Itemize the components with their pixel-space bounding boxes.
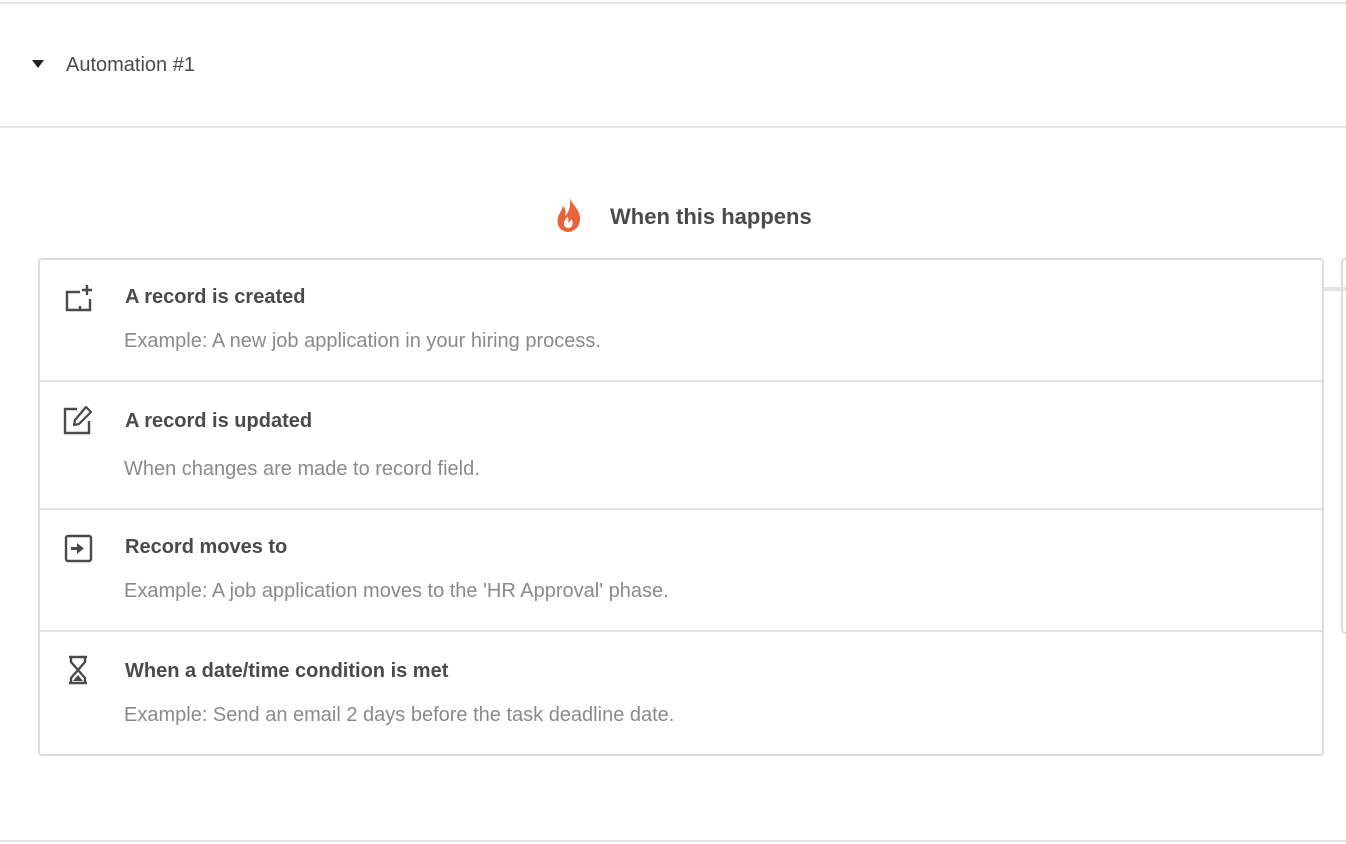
caret-down-icon[interactable]: [26, 52, 50, 76]
trigger-description: Example: Send an email 2 days before the…: [124, 704, 675, 726]
trigger-option-record-created[interactable]: A record is created Example: A new job a…: [40, 260, 1322, 382]
edit-icon: [62, 404, 94, 436]
automation-title[interactable]: Automation #1: [66, 53, 195, 77]
trigger-title: When a date/time condition is met: [125, 660, 449, 682]
trigger-section-heading: When this happens: [0, 195, 1346, 239]
next-step-panel-edge: [1341, 258, 1346, 634]
trigger-description: Example: A new job application in your h…: [124, 330, 601, 352]
bottom-divider: [0, 840, 1346, 842]
trigger-description: Example: A job application moves to the …: [124, 580, 669, 602]
trigger-description: When changes are made to record field.: [124, 458, 480, 480]
trigger-title: Record moves to: [125, 536, 288, 558]
trigger-title: A record is created: [125, 286, 306, 308]
trigger-title: A record is updated: [125, 410, 313, 432]
automation-page: Automation #1 When this happens A record…: [0, 0, 1346, 844]
hourglass-icon: [62, 654, 94, 686]
section-title: When this happens: [610, 204, 812, 229]
fire-icon: [553, 195, 585, 235]
trigger-option-record-updated[interactable]: A record is updated When changes are mad…: [40, 382, 1322, 510]
record-created-icon: [62, 282, 94, 314]
trigger-option-record-moves[interactable]: Record moves to Example: A job applicati…: [40, 510, 1322, 632]
automation-header[interactable]: Automation #1: [0, 4, 1346, 128]
trigger-option-date-condition[interactable]: When a date/time condition is met Exampl…: [40, 632, 1322, 754]
move-to-icon: [62, 532, 94, 564]
trigger-options-card: A record is created Example: A new job a…: [38, 258, 1324, 756]
